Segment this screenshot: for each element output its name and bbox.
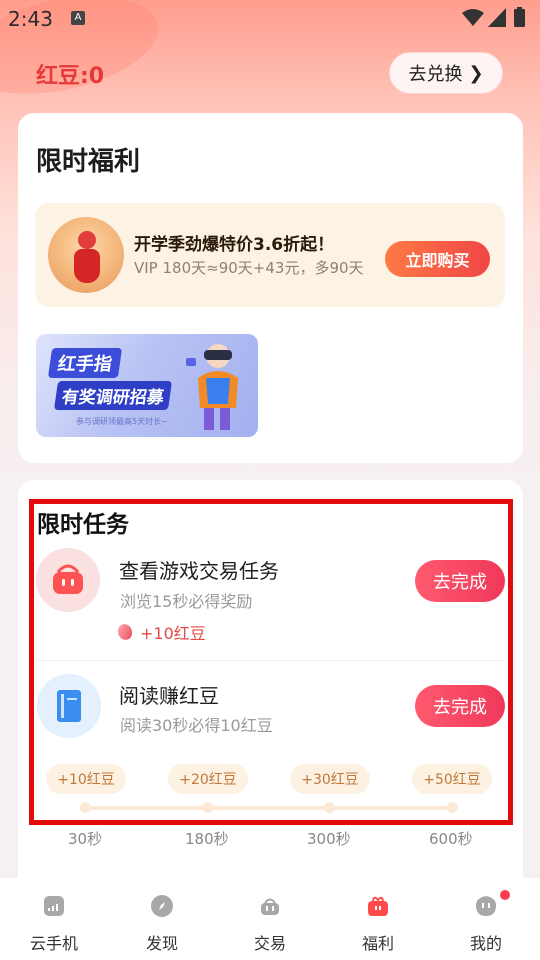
profile-icon (475, 896, 497, 916)
tab-cloud-phone[interactable]: 云手机 (0, 878, 108, 960)
bottom-tab-bar: 云手机 发现 交易 福利 我的 (0, 878, 540, 960)
milestone-reward: +50红豆 (412, 764, 492, 794)
task-desc: 浏览15秒必得奖励 (120, 592, 253, 611)
tab-mine[interactable]: 我的 (432, 878, 540, 960)
tab-discover[interactable]: 发现 (108, 878, 216, 960)
vip-promo-banner[interactable]: 开学季劲爆特价3.6折起！ VIP 180天≈90天+43元，多90天 立即购买 (35, 203, 505, 307)
tab-trade[interactable]: 交易 (216, 878, 324, 960)
buy-now-button[interactable]: 立即购买 (385, 241, 490, 277)
survey-recruit-banner[interactable]: 红手指 有奖调研招募 参与调研领最高5天时长~ (36, 334, 258, 437)
beans-balance: 红豆:0 (36, 64, 105, 89)
milestone-reward: +30红豆 (290, 764, 370, 794)
milestone-time: 600秒 (429, 830, 473, 848)
notification-a-icon: A (71, 11, 85, 25)
tab-label: 我的 (469, 934, 502, 953)
promo-avatar (48, 217, 124, 293)
wifi-icon (462, 9, 484, 26)
signal-icon (488, 8, 506, 27)
book-icon (37, 674, 101, 738)
status-time: 2:43 (8, 7, 53, 31)
milestone-reward: +20红豆 (168, 764, 248, 794)
benefits-title: 限时福利 (36, 147, 141, 177)
task-desc: 阅读30秒必得10红豆 (120, 716, 273, 735)
progress-dot (447, 802, 458, 813)
vr-person-illustration (186, 344, 238, 430)
cloud-phone-icon (44, 896, 64, 916)
notification-badge (500, 890, 510, 900)
task-name: 阅读赚红豆 (119, 684, 219, 708)
chevron-right-icon: ❯ (468, 62, 484, 84)
progress-dot (324, 802, 335, 813)
task-divider (36, 660, 504, 661)
tab-label: 交易 (253, 934, 286, 953)
shopping-basket-icon (36, 548, 100, 612)
milestone-time: 30秒 (68, 830, 103, 848)
banner-caption: 参与调研领最高5天时长~ (76, 417, 168, 426)
tasks-title: 限时任务 (37, 512, 129, 538)
task-reward: +10红豆 (115, 620, 206, 644)
exchange-button[interactable]: 去兑换 ❯ (389, 52, 503, 94)
red-bean-icon (115, 622, 135, 642)
tab-label: 发现 (145, 934, 178, 953)
banner-headline: 有奖调研招募 (53, 381, 173, 410)
status-bar: 2:43 A (0, 0, 540, 36)
battery-icon (514, 7, 525, 27)
basket-icon (261, 898, 279, 915)
milestone-time: 300秒 (307, 830, 351, 848)
promo-subline: VIP 180天≈90天+43元，多90天 (134, 259, 364, 277)
milestone-time: 180秒 (185, 830, 229, 848)
banner-brand: 红手指 (47, 348, 123, 378)
progress-track (85, 806, 455, 810)
promo-headline: 开学季劲爆特价3.6折起！ (134, 235, 335, 255)
tab-benefits[interactable]: 福利 (324, 878, 432, 960)
complete-task-button[interactable]: 去完成 (415, 560, 505, 602)
gift-icon (368, 896, 388, 916)
tab-label: 云手机 (29, 934, 78, 953)
compass-icon (151, 895, 173, 917)
complete-task-button[interactable]: 去完成 (415, 685, 505, 727)
progress-dot (202, 802, 213, 813)
task-reward-label: +10红豆 (140, 624, 206, 643)
tab-label: 福利 (361, 934, 394, 953)
progress-dot (80, 802, 91, 813)
task-name: 查看游戏交易任务 (119, 559, 279, 583)
milestone-reward: +10红豆 (46, 764, 126, 794)
exchange-label: 去兑换 (408, 64, 463, 85)
limited-benefits-card: 限时福利 开学季劲爆特价3.6折起！ VIP 180天≈90天+43元，多90天… (18, 113, 523, 463)
